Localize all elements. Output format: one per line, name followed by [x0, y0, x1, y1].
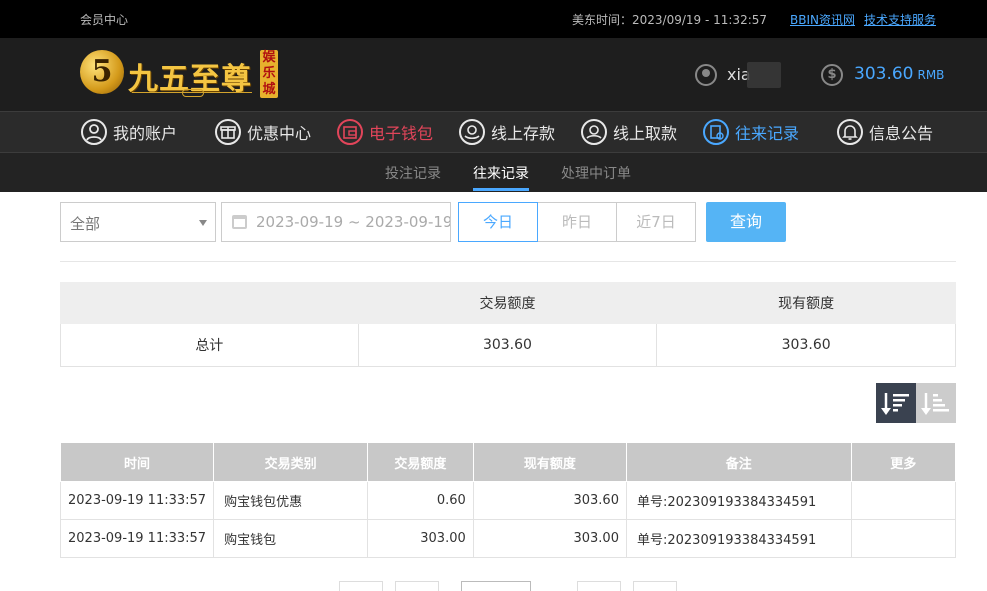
member-center-link[interactable]: 会员中心	[80, 11, 128, 28]
summary-header-empty	[60, 282, 359, 324]
wallet-icon	[337, 119, 363, 145]
col-type: 交易类别	[213, 442, 369, 482]
cell-type: 购宝钱包	[213, 519, 369, 558]
type-select[interactable]: 全部	[60, 202, 216, 242]
user-avatar-icon	[695, 64, 717, 86]
records-table: 时间 交易类别 交易额度 现有额度 备注 更多 2023-09-19 11:33…	[59, 442, 957, 558]
eastern-time: 美东时间：2023/09/19 - 11:32:57	[572, 13, 768, 27]
query-button[interactable]: 查询	[706, 202, 786, 242]
sort-descending-button[interactable]	[876, 383, 916, 423]
summary-header-row: 交易额度 现有额度	[60, 282, 956, 324]
summary-total-row: 总计 303.60 303.60	[60, 323, 956, 367]
nav-e-wallet[interactable]: 电子钱包	[337, 119, 433, 147]
last-7-days-button[interactable]: 近7日	[616, 202, 696, 242]
table-row: 2023-09-19 11:33:57 购宝钱包优惠 0.60 303.60 单…	[59, 481, 957, 520]
col-note: 备注	[625, 442, 852, 482]
summary-total-label: 总计	[60, 323, 359, 367]
yesterday-button[interactable]: 昨日	[537, 202, 617, 242]
nav-online-deposit[interactable]: 线上存款	[459, 119, 555, 147]
cell-note: 单号:202309193384334591	[625, 481, 852, 520]
pagination-page-input[interactable]	[461, 581, 531, 591]
summary-header-amount: 交易额度	[357, 282, 658, 324]
cell-amount: 0.60	[367, 481, 474, 520]
cell-more[interactable]	[850, 519, 957, 558]
summary-header-balance: 现有额度	[656, 282, 956, 324]
site-logo[interactable]: 5 九五至尊 娱乐城	[80, 48, 280, 102]
tab-transaction-records[interactable]: 往来记录	[473, 163, 529, 191]
cell-amount: 303.00	[367, 519, 474, 558]
pagination-prev[interactable]	[395, 581, 439, 591]
bbin-news-link[interactable]: BBIN资讯网	[790, 11, 855, 28]
sort-asc-icon	[921, 393, 949, 415]
chevron-down-icon	[199, 220, 207, 226]
balance-amount: 303.60 RMB	[854, 64, 945, 84]
bell-icon	[837, 119, 863, 145]
logo-badge: 娱乐城	[260, 50, 278, 98]
today-button[interactable]: 今日	[458, 202, 538, 242]
deposit-icon	[459, 119, 485, 145]
gift-icon	[215, 119, 241, 145]
cell-more[interactable]	[850, 481, 957, 520]
summary-total-balance: 303.60	[656, 323, 956, 367]
record-icon	[703, 119, 729, 145]
sort-desc-icon	[881, 393, 909, 415]
summary-total-amount: 303.60	[357, 323, 658, 367]
type-select-value: 全部	[70, 215, 101, 233]
logo-ornament	[132, 89, 252, 98]
nav-announcements[interactable]: 信息公告	[837, 119, 933, 147]
cell-time: 2023-09-19 11:33:57	[59, 481, 215, 520]
col-balance: 现有额度	[472, 442, 627, 482]
sub-tabs: 投注记录 往来记录 处理中订单	[0, 153, 987, 192]
cell-balance: 303.60	[472, 481, 627, 520]
summary-table: 交易额度 现有额度 总计 303.60 303.60	[60, 282, 956, 367]
calendar-icon	[232, 215, 247, 229]
balance-unit: RMB	[917, 68, 945, 82]
date-range-value: 2023-09-19 ~ 2023-09-19	[256, 213, 451, 231]
main-nav: 我的账户 优惠中心 电子钱包 线上存款 线上取款 往来记录 信息公告	[0, 111, 987, 153]
header: 5 九五至尊 娱乐城 xia $ 303.60 RMB	[0, 38, 987, 111]
date-range-input[interactable]: 2023-09-19 ~ 2023-09-19	[221, 202, 451, 242]
cell-type: 购宝钱包优惠	[213, 481, 369, 520]
sort-ascending-button[interactable]	[916, 383, 956, 423]
top-bar: 会员中心 美东时间：2023/09/19 - 11:32:57 BBIN资讯网 …	[0, 0, 987, 38]
pagination-first[interactable]	[339, 581, 383, 591]
nav-promotions[interactable]: 优惠中心	[215, 119, 311, 147]
tab-bet-records[interactable]: 投注记录	[385, 163, 441, 183]
cell-time: 2023-09-19 11:33:57	[59, 519, 215, 558]
withdraw-icon	[581, 119, 607, 145]
divider	[60, 261, 956, 262]
cell-balance: 303.00	[472, 519, 627, 558]
col-time: 时间	[59, 442, 215, 482]
username-mask	[747, 62, 781, 88]
nav-online-withdraw[interactable]: 线上取款	[581, 119, 677, 147]
col-amount: 交易额度	[367, 442, 474, 482]
tech-support-link[interactable]: 技术支持服务	[864, 11, 936, 28]
table-row: 2023-09-19 11:33:57 购宝钱包 303.00 303.00 单…	[59, 519, 957, 558]
pagination-next[interactable]	[577, 581, 621, 591]
records-header-row: 时间 交易类别 交易额度 现有额度 备注 更多	[59, 442, 957, 482]
col-more: 更多	[850, 442, 957, 482]
cell-note: 单号:202309193384334591	[625, 519, 852, 558]
dollar-icon: $	[821, 64, 843, 86]
logo-emblem: 5	[80, 50, 124, 94]
pagination-last[interactable]	[633, 581, 677, 591]
tab-pending-orders[interactable]: 处理中订单	[561, 163, 631, 183]
user-icon	[81, 119, 107, 145]
nav-my-account[interactable]: 我的账户	[81, 119, 177, 147]
nav-transaction-records[interactable]: 往来记录	[703, 119, 799, 147]
